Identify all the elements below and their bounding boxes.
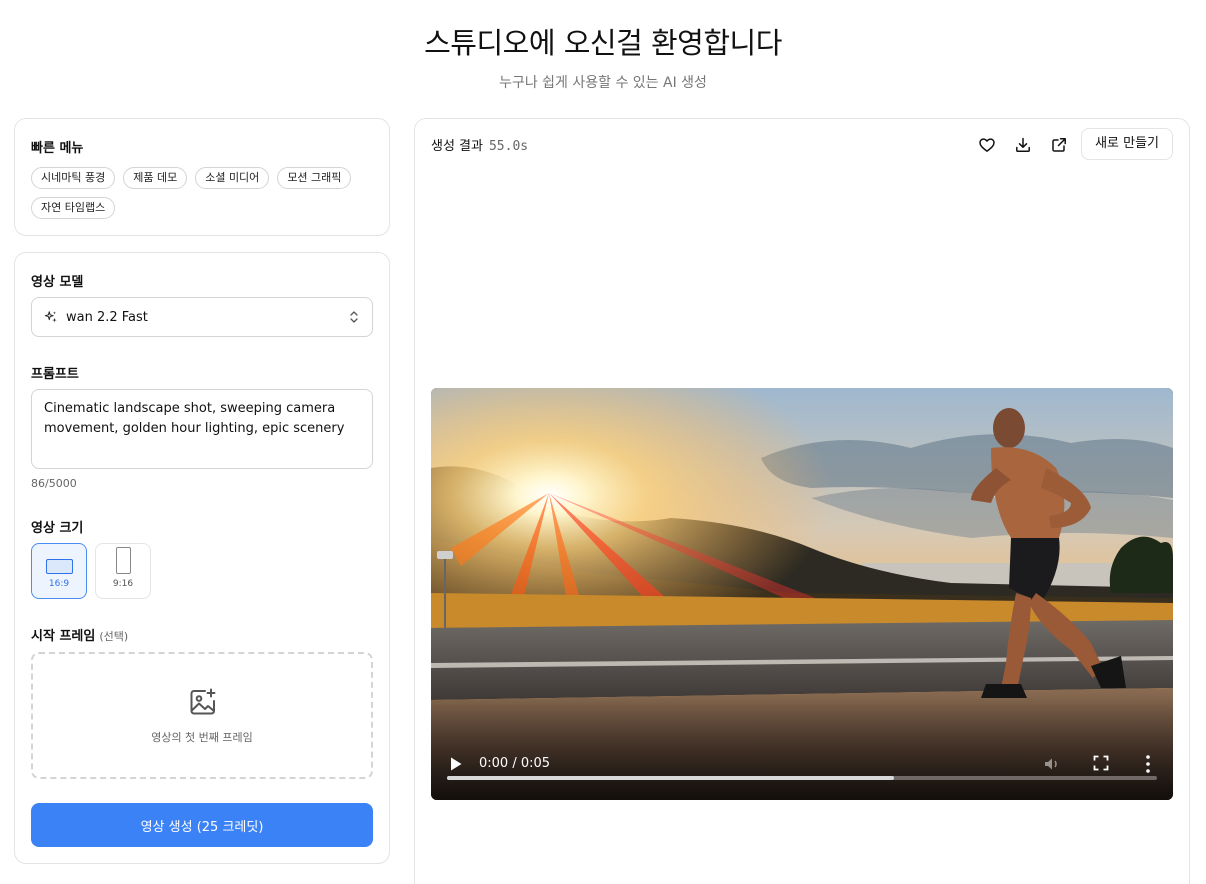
ratio-option-9-16[interactable]: 9:16 (95, 543, 151, 599)
optional-tag: (선택) (99, 630, 129, 643)
start-frame-title: 시작 프레임 (31, 629, 96, 644)
page-title: 스튜디오에 오신걸 환영합니다 (424, 26, 782, 60)
model-label: 영상 모델 (31, 275, 84, 290)
prompt-input[interactable]: Cinematic landscape shot, sweeping camer… (31, 389, 373, 469)
favorite-button[interactable] (975, 133, 999, 157)
page-subtitle: 누구나 쉽게 사용할 수 있는 AI 생성 (499, 75, 707, 91)
external-link-icon (1052, 138, 1066, 152)
video-controls: 0:00 / 0:05 (431, 740, 1173, 800)
generation-time: 55.0s (488, 139, 529, 154)
ratio-label: 9:16 (112, 579, 134, 589)
chip-motion-graphics[interactable]: 모션 그래픽 (277, 167, 352, 189)
image-plus-icon (190, 688, 216, 715)
result-card: 생성 결과 55.0s 새로 만들기 0:00 / 0:05 (414, 118, 1190, 884)
model-select-value: wan 2.2 Fast (66, 309, 148, 325)
chevron-up-down-icon (350, 311, 358, 323)
generate-video-button[interactable]: 영상 생성 (25 크레딧) (31, 803, 373, 847)
dropzone-hint: 영상의 첫 번째 프레임 (151, 731, 253, 744)
volume-icon[interactable] (1043, 755, 1061, 773)
heart-icon (979, 138, 995, 152)
download-button[interactable] (1011, 133, 1035, 157)
new-generation-button[interactable]: 새로 만들기 (1081, 128, 1173, 160)
quick-menu-chips: 시네마틱 풍경 제품 데모 소셜 미디어 모션 그래픽 자연 타임랩스 (31, 167, 371, 219)
model-select[interactable]: wan 2.2 Fast (31, 297, 373, 337)
video-frame-runner-sunset (431, 388, 1173, 800)
result-header: 생성 결과 55.0s (431, 135, 528, 154)
sparkles-icon (44, 311, 57, 323)
open-external-button[interactable] (1047, 133, 1071, 157)
result-title: 생성 결과 (431, 139, 483, 154)
start-frame-label: 시작 프레임 (선택) (31, 625, 128, 644)
chip-social-media[interactable]: 소셜 미디어 (195, 167, 270, 189)
chip-nature-timelapse[interactable]: 자연 타임랩스 (31, 197, 116, 219)
fullscreen-icon[interactable] (1093, 755, 1109, 771)
chip-product-demo[interactable]: 제품 데모 (123, 167, 188, 189)
size-label: 영상 크기 (31, 521, 84, 536)
portrait-ratio-icon (116, 547, 131, 574)
quick-menu-title: 빠른 메뉴 (31, 141, 84, 156)
more-options-icon[interactable] (1145, 754, 1151, 774)
video-progress-fill (447, 776, 895, 780)
start-frame-dropzone[interactable]: 영상의 첫 번째 프레임 (31, 652, 373, 779)
chip-cinematic-landscape[interactable]: 시네마틱 풍경 (31, 167, 116, 189)
prompt-label: 프롬프트 (31, 367, 79, 382)
video-progress-bar[interactable] (447, 776, 1157, 780)
ratio-label: 16:9 (48, 579, 70, 589)
download-icon (1016, 137, 1030, 152)
video-player[interactable]: 0:00 / 0:05 (431, 388, 1173, 800)
landscape-ratio-icon (46, 559, 73, 574)
ratio-option-16-9[interactable]: 16:9 (31, 543, 87, 599)
play-icon[interactable] (449, 756, 463, 772)
video-time-display: 0:00 / 0:05 (479, 756, 551, 771)
generation-form-card: 영상 모델 wan 2.2 Fast 프롬프트 Cinematic landsc… (14, 252, 390, 864)
prompt-char-counter: 86/5000 (31, 477, 77, 490)
quick-menu-card: 빠른 메뉴 시네마틱 풍경 제품 데모 소셜 미디어 모션 그래픽 자연 타임랩… (14, 118, 390, 236)
